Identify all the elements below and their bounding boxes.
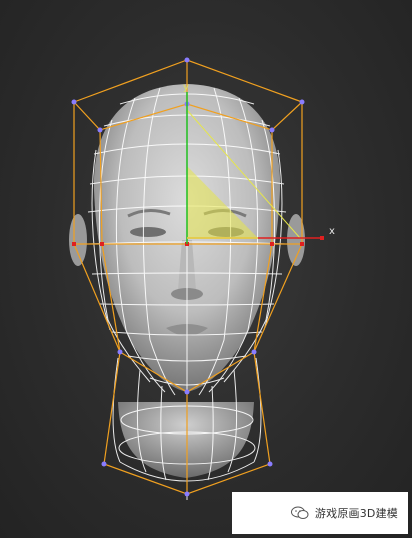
viewport-scene[interactable] — [0, 0, 412, 538]
cage-vertex[interactable] — [184, 57, 190, 63]
cage-vertex[interactable] — [299, 99, 305, 105]
cage-vertex[interactable] — [97, 127, 103, 133]
x-axis-label: x — [329, 226, 335, 237]
cage-vertex[interactable] — [101, 461, 107, 467]
selected-vertex[interactable] — [270, 242, 274, 246]
cage-vertex[interactable] — [251, 349, 257, 355]
gizmo-x-tip[interactable] — [320, 236, 324, 240]
selected-vertex[interactable] — [72, 242, 76, 246]
cage-vertex[interactable] — [184, 389, 190, 395]
cage-vertex[interactable] — [184, 491, 190, 497]
selected-vertex[interactable] — [100, 242, 104, 246]
watermark-text: 游戏原画3D建模 — [314, 507, 398, 520]
cage-vertex[interactable] — [71, 99, 77, 105]
cage-vertex[interactable] — [267, 461, 273, 467]
cage-vertex[interactable] — [117, 349, 123, 355]
selected-vertex[interactable] — [300, 242, 304, 246]
watermark: 游戏原画3D建模 — [232, 492, 408, 534]
cage-vertex[interactable] — [269, 127, 275, 133]
3d-viewport[interactable]: y x 游戏原画3D建模 — [0, 0, 412, 538]
wechat-icon — [290, 506, 309, 519]
y-axis-label: y — [183, 82, 189, 93]
